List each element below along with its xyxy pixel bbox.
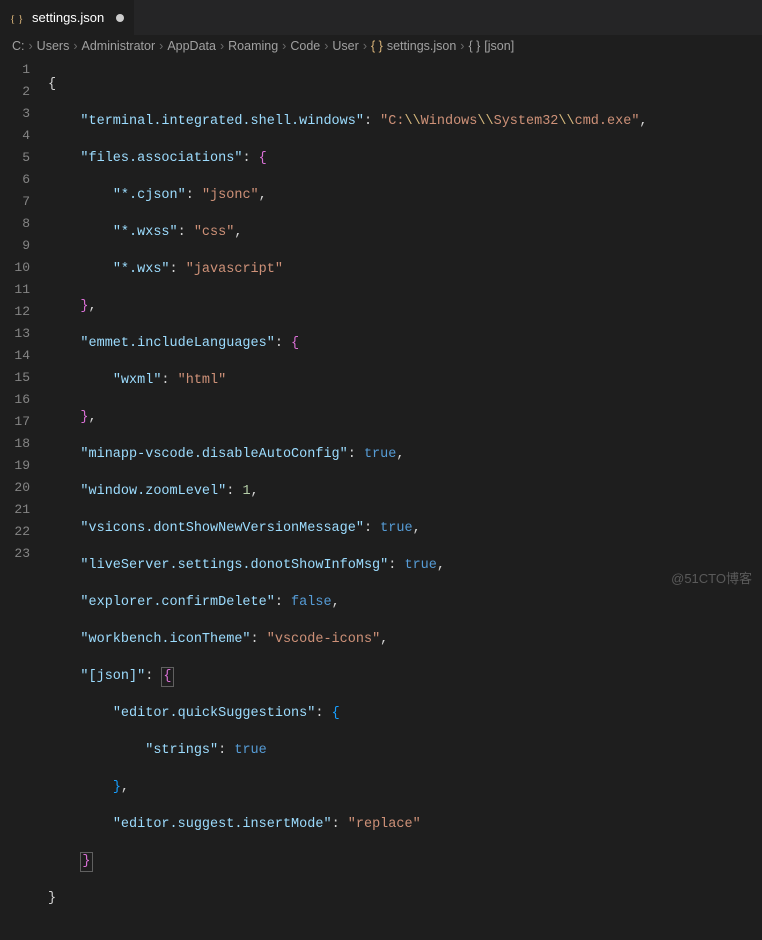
line-number: 13 [0, 323, 48, 345]
breadcrumb-segment[interactable]: User [332, 39, 358, 53]
json-string: "replace" [348, 817, 421, 832]
json-key: "editor.quickSuggestions" [113, 706, 316, 721]
watermark: @51CTO博客 [671, 568, 752, 587]
json-string: "javascript" [186, 262, 283, 277]
breadcrumb-segment[interactable]: AppData [167, 39, 216, 53]
json-string: "jsonc" [202, 188, 259, 203]
chevron-right-icon: › [220, 39, 224, 53]
json-key: "vsicons.dontShowNewVersionMessage" [80, 521, 364, 536]
breadcrumb-segment[interactable]: Users [37, 39, 70, 53]
chevron-right-icon: › [282, 39, 286, 53]
json-file-icon: { } [10, 10, 26, 26]
breadcrumb-file[interactable]: settings.json [387, 39, 456, 53]
brace: { [48, 77, 56, 92]
json-string: "C: [380, 114, 404, 129]
json-bool: false [291, 595, 332, 610]
line-number: 15 [0, 367, 48, 389]
line-number: 6 [0, 169, 48, 191]
json-bool: true [364, 447, 396, 462]
json-key: "*.wxss" [113, 225, 178, 240]
chevron-right-icon: › [159, 39, 163, 53]
json-key: "emmet.includeLanguages" [80, 336, 274, 351]
breadcrumb-segment[interactable]: Roaming [228, 39, 278, 53]
line-number: 23 [0, 543, 48, 565]
chevron-right-icon: › [460, 39, 464, 53]
line-number: 22 [0, 521, 48, 543]
escape-seq: \\ [404, 114, 420, 129]
json-bool: true [404, 558, 436, 573]
json-key: "files.associations" [80, 151, 242, 166]
json-key: "strings" [145, 743, 218, 758]
line-number: 8 [0, 213, 48, 235]
unsaved-indicator-icon [116, 14, 124, 22]
line-number: 4 [0, 125, 48, 147]
json-key: "editor.suggest.insertMode" [113, 817, 332, 832]
line-number: 19 [0, 455, 48, 477]
json-key: "terminal.integrated.shell.windows" [80, 114, 364, 129]
line-number: 1 [0, 59, 48, 81]
breadcrumb-segment[interactable]: Administrator [82, 39, 156, 53]
tab-settings-json[interactable]: { } settings.json [0, 0, 135, 35]
line-number: 3 [0, 103, 48, 125]
breadcrumb-segment[interactable]: C: [12, 39, 25, 53]
line-number: 9 [0, 235, 48, 257]
line-number: 2 [0, 81, 48, 103]
line-number: 7 [0, 191, 48, 213]
bracket-match-highlight: { [161, 667, 173, 687]
bracket-match-highlight: } [80, 852, 92, 872]
json-string: "vscode-icons" [267, 632, 380, 647]
json-file-icon: { } [371, 39, 383, 53]
json-key: "*.wxs" [113, 262, 170, 277]
json-key: "wxml" [113, 373, 162, 388]
line-number: 11 [0, 279, 48, 301]
json-bool: true [380, 521, 412, 536]
line-number: 14 [0, 345, 48, 367]
line-number: 10 [0, 257, 48, 279]
tab-filename: settings.json [32, 10, 104, 25]
line-number: 16 [0, 389, 48, 411]
json-symbol-icon: { } [468, 39, 480, 53]
breadcrumb-segment[interactable]: Code [290, 39, 320, 53]
chevron-right-icon: › [29, 39, 33, 53]
json-key: "minapp-vscode.disableAutoConfig" [80, 447, 347, 462]
json-key: "[json]" [80, 669, 145, 684]
line-number-gutter: 1234567891011121314151617181920212223 [0, 57, 48, 595]
line-number: 17 [0, 411, 48, 433]
chevron-right-icon: › [363, 39, 367, 53]
svg-text:{ }: { } [10, 13, 23, 25]
json-key: "window.zoomLevel" [80, 484, 226, 499]
tab-bar: { } settings.json [0, 0, 762, 35]
chevron-right-icon: › [73, 39, 77, 53]
json-key: "*.cjson" [113, 188, 186, 203]
json-string: "html" [178, 373, 227, 388]
json-key: "liveServer.settings.donotShowInfoMsg" [80, 558, 388, 573]
line-number: 12 [0, 301, 48, 323]
json-key: "explorer.confirmDelete" [80, 595, 274, 610]
breadcrumb-symbol[interactable]: [json] [484, 39, 514, 53]
line-number: 21 [0, 499, 48, 521]
json-string: "css" [194, 225, 235, 240]
line-number: 18 [0, 433, 48, 455]
line-number: 5 [0, 147, 48, 169]
chevron-right-icon: › [324, 39, 328, 53]
breadcrumb[interactable]: C:› Users› Administrator› AppData› Roami… [0, 35, 762, 57]
json-key: "workbench.iconTheme" [80, 632, 250, 647]
line-number: 20 [0, 477, 48, 499]
json-bool: true [234, 743, 266, 758]
json-number: 1 [242, 484, 250, 499]
editor[interactable]: 1234567891011121314151617181920212223 { … [0, 57, 762, 595]
code-content[interactable]: { "terminal.integrated.shell.windows": "… [48, 57, 762, 595]
